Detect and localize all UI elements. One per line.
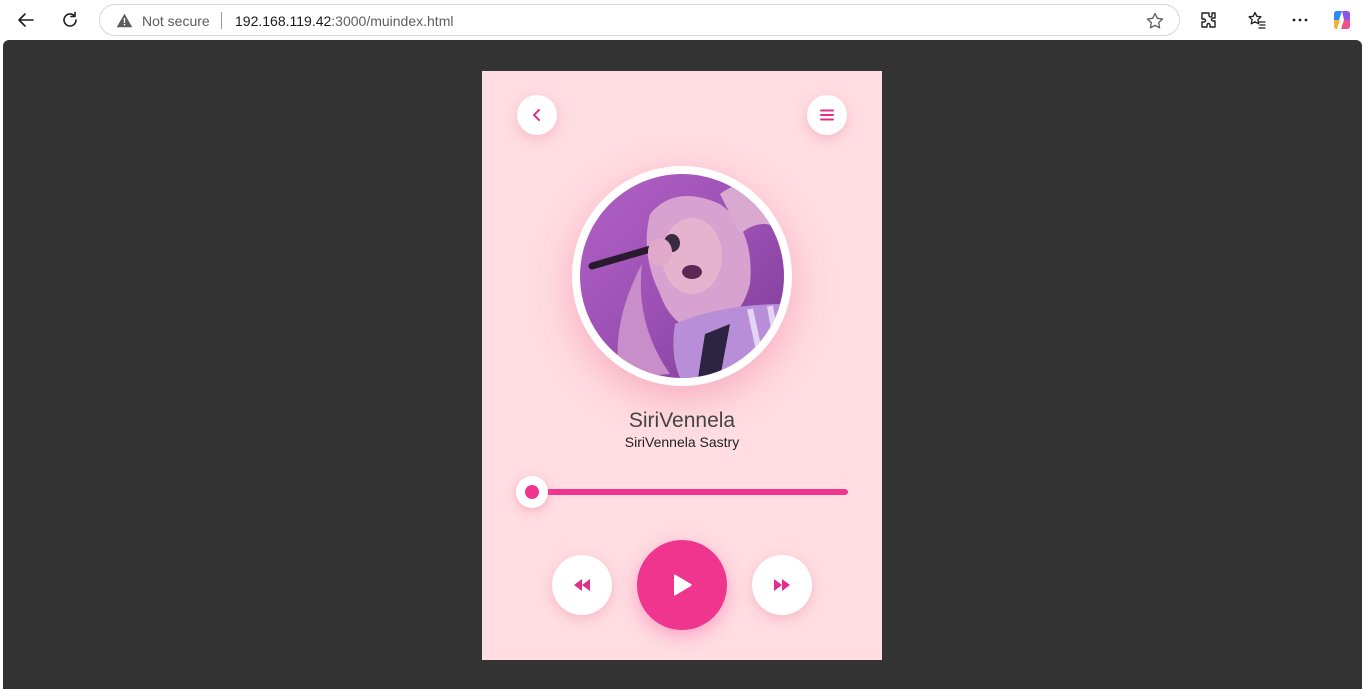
fast-forward-icon <box>774 579 790 591</box>
url-path: :3000/muindex.html <box>331 13 454 29</box>
album-art-frame <box>572 166 792 386</box>
progress-thumb[interactable] <box>516 476 548 508</box>
previous-button[interactable] <box>552 555 612 615</box>
play-icon <box>674 574 692 596</box>
play-button[interactable] <box>637 540 727 630</box>
url-text[interactable]: 192.168.119.42:3000/muindex.html <box>235 13 453 29</box>
progress-track[interactable] <box>532 489 848 495</box>
security-label[interactable]: Not secure <box>142 13 210 29</box>
music-player-card: SiriVennela SiriVennela Sastry <box>482 71 882 660</box>
artist-name: SiriVennela Sastry <box>624 434 740 450</box>
copilot-icon[interactable] <box>1328 6 1356 34</box>
hamburger-menu-icon <box>820 109 834 121</box>
favorite-star-icon[interactable] <box>1145 11 1165 31</box>
chevron-left-icon <box>533 109 540 121</box>
browser-toolbar: Not secure 192.168.119.42:3000/muindex.h… <box>0 0 1365 40</box>
page-viewport: SiriVennela SiriVennela Sastry <box>3 40 1362 689</box>
favorites-list-icon[interactable] <box>1243 6 1271 34</box>
address-divider <box>221 12 222 29</box>
progress-thumb-dot <box>525 485 539 499</box>
warning-icon[interactable] <box>116 13 133 28</box>
back-icon[interactable] <box>12 6 40 34</box>
address-bar[interactable]: Not secure 192.168.119.42:3000/muindex.h… <box>99 4 1180 36</box>
url-host: 192.168.119.42 <box>235 13 332 29</box>
rewind-icon <box>574 579 590 591</box>
more-options-icon[interactable] <box>1286 6 1314 34</box>
back-button[interactable] <box>517 95 557 135</box>
reload-icon[interactable] <box>56 6 84 34</box>
album-art-image <box>580 174 784 378</box>
song-title: SiriVennela <box>628 409 736 432</box>
extensions-icon[interactable] <box>1194 6 1222 34</box>
menu-button[interactable] <box>807 95 847 135</box>
next-button[interactable] <box>752 555 812 615</box>
